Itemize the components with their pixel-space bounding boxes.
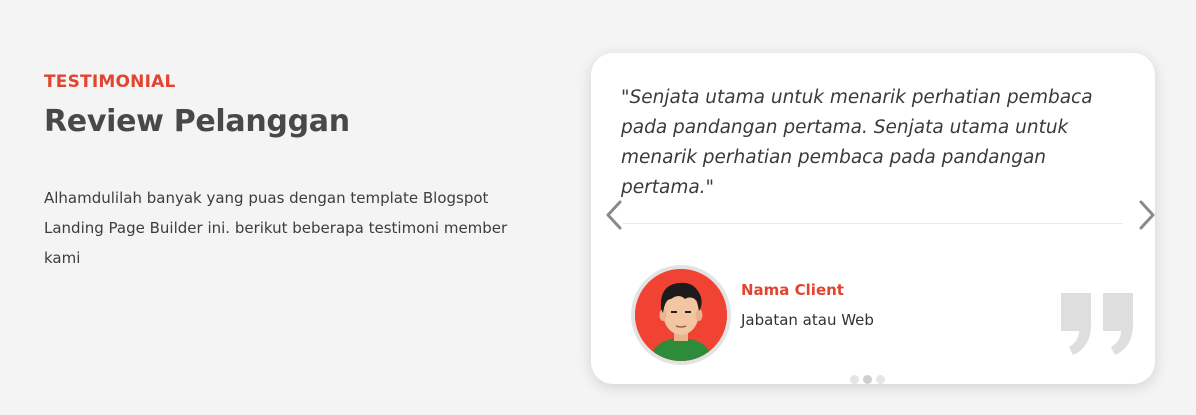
client-avatar: [631, 265, 731, 365]
section-eyebrow: TESTIMONIAL: [44, 72, 176, 92]
testimonial-card: "Senjata utama untuk menarik perhatian p…: [591, 53, 1155, 384]
carousel-next-button[interactable]: [1137, 199, 1157, 231]
client-name: Nama Client: [741, 281, 844, 299]
chevron-left-icon: [606, 200, 622, 230]
carousel-dot[interactable]: [850, 375, 859, 384]
quote-mark-icon: [1061, 293, 1133, 355]
chevron-right-icon: [1139, 200, 1155, 230]
section-title: Review Pelanggan: [44, 104, 350, 139]
client-role: Jabatan atau Web: [741, 311, 874, 329]
carousel-dot[interactable]: [876, 375, 885, 384]
testimonial-intro: TESTIMONIAL Review Pelanggan Alhamdulila…: [44, 72, 544, 273]
carousel-prev-button[interactable]: [604, 199, 624, 231]
divider: [623, 223, 1123, 224]
person-avatar-icon: [635, 269, 727, 361]
carousel-dot-active[interactable]: [863, 375, 872, 384]
testimonial-quote: "Senjata utama untuk menarik perhatian p…: [621, 87, 1093, 198]
section-description: Alhamdulilah banyak yang puas dengan tem…: [44, 189, 508, 267]
carousel-dots: [850, 375, 885, 384]
